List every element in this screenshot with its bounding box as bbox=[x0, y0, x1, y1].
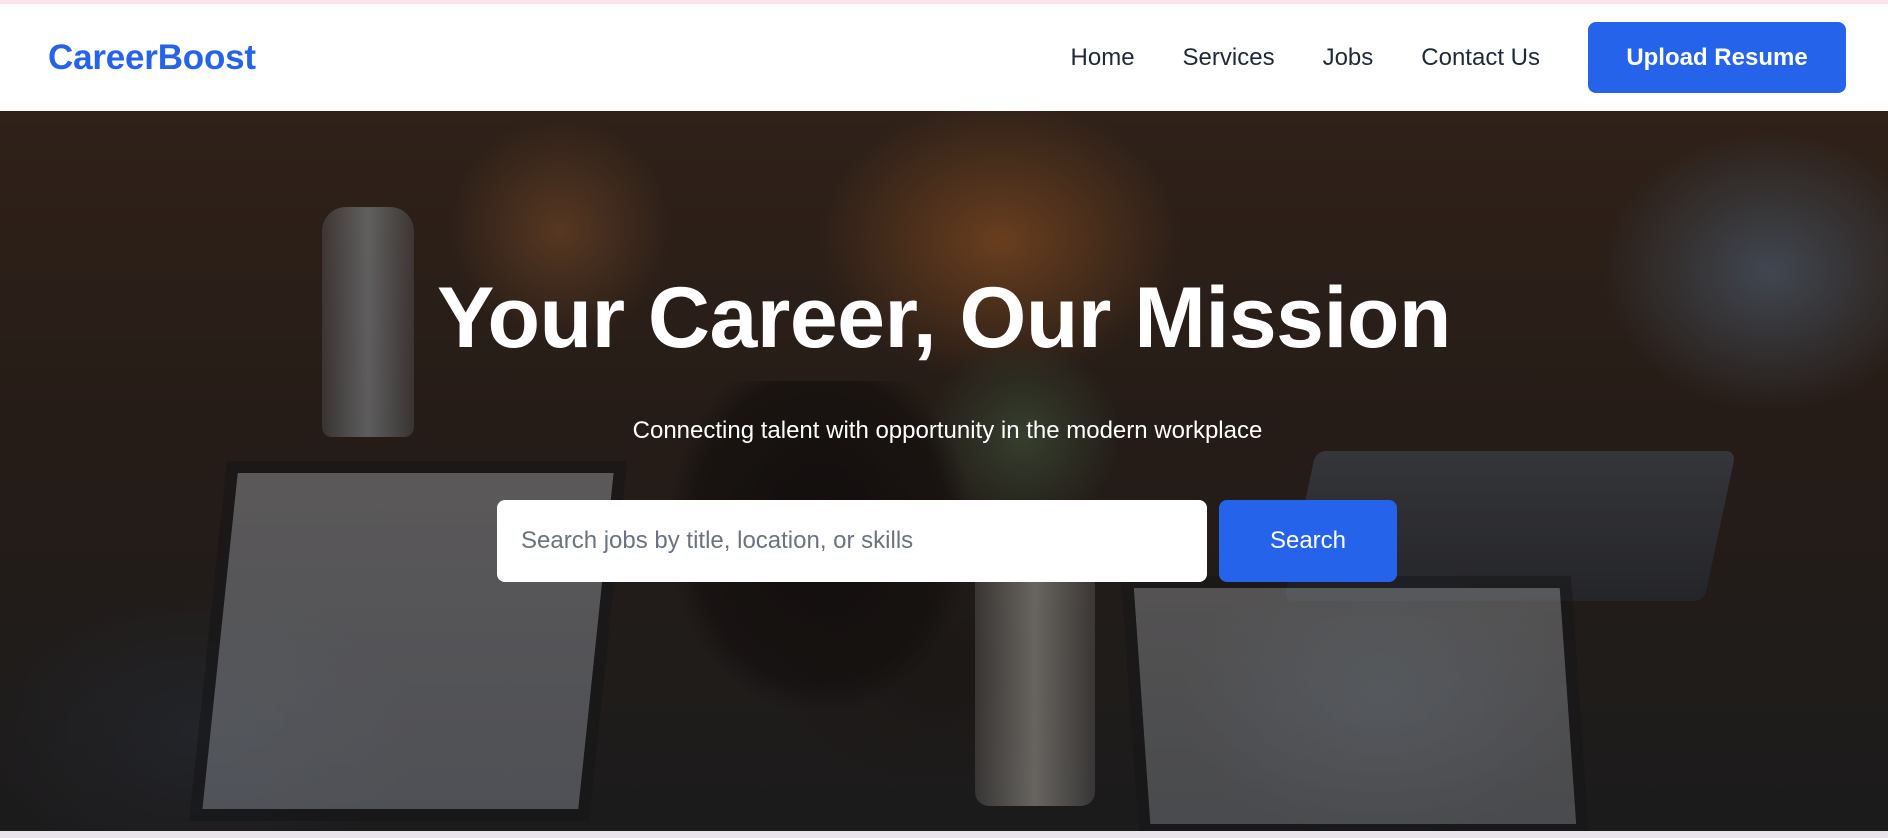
search-button[interactable]: Search bbox=[1219, 500, 1397, 582]
upload-resume-button[interactable]: Upload Resume bbox=[1588, 22, 1846, 93]
nav-link-jobs[interactable]: Jobs bbox=[1323, 44, 1374, 72]
hero-subtitle: Connecting talent with opportunity in th… bbox=[632, 417, 1263, 444]
navbar: CareerBoost Home Services Jobs Contact U… bbox=[0, 4, 1888, 111]
main-nav: Home Services Jobs Contact Us Upload Res… bbox=[1071, 22, 1846, 93]
hero-section: Your Career, Our Mission Connecting tale… bbox=[0, 111, 1888, 831]
page-bottom-strip bbox=[0, 831, 1888, 838]
nav-link-services[interactable]: Services bbox=[1183, 44, 1275, 72]
nav-link-home[interactable]: Home bbox=[1071, 44, 1135, 72]
hero-dark-overlay bbox=[0, 111, 1888, 831]
nav-link-contact-us[interactable]: Contact Us bbox=[1421, 44, 1540, 72]
job-search-input[interactable] bbox=[497, 500, 1207, 582]
brand-logo[interactable]: CareerBoost bbox=[48, 38, 256, 78]
hero-title: Your Career, Our Mission bbox=[437, 270, 1451, 366]
